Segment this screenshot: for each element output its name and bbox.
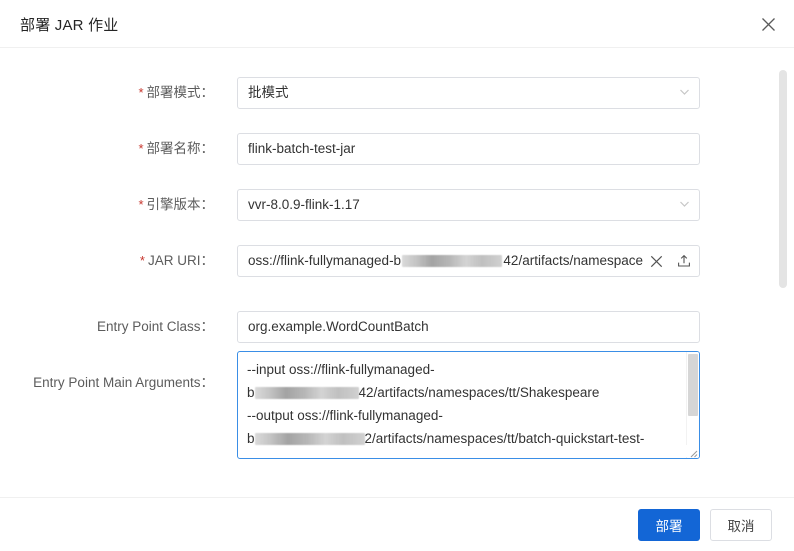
input-deploy-name-value: flink-batch-test-jar [248,141,356,156]
required-star: * [139,253,145,268]
textarea-scrollbar-thumb[interactable] [688,354,698,416]
textarea-line-prefix: b [247,385,255,400]
required-star: * [138,141,144,156]
clear-icon[interactable] [647,252,665,270]
select-deploy-mode-value: 批模式 [248,85,289,100]
label-entry-point-class: Entry Point Class： [96,319,214,334]
dialog-title: 部署 JAR 作业 [20,17,119,34]
label-jar-uri: * JAR URI： [139,253,214,268]
chevron-down-icon [679,198,690,213]
textarea-line: --input oss://flink-fullymanaged- [247,362,435,377]
textarea-line: --output oss://flink-fullymanaged- [247,408,443,423]
deploy-button[interactable]: 部署 [638,508,700,541]
redacted-text [254,433,365,446]
input-jar-uri[interactable]: oss://flink-fullymanaged-b 42/artifacts/… [237,245,700,277]
close-icon[interactable] [754,10,782,38]
input-jar-uri-prefix: oss://flink-fullymanaged-b [248,253,402,268]
select-engine-version[interactable]: vvr-8.0.9-flink-1.17 [237,189,700,221]
dialog-header: 部署 JAR 作业 [0,0,794,48]
required-star: * [138,197,144,212]
dialog-scrollbar-thumb[interactable] [779,70,787,288]
jar-uri-actions [647,252,693,270]
textarea-line: b 2/artifacts/namespaces/tt/batch-quickst… [247,427,678,450]
input-deploy-name[interactable]: flink-batch-test-jar [237,133,700,165]
input-entry-point-class[interactable]: org.example.WordCountBatch [237,311,700,343]
textarea-scrollbar[interactable] [686,352,699,458]
textarea-resize-handle[interactable] [686,445,698,458]
label-deploy-name: * 部署名称： [138,141,214,156]
chevron-down-icon [679,86,690,101]
dialog-body: *部署模式： 批模式 *部署名称： flink-batch-test-jar [0,49,794,497]
select-deploy-mode[interactable]: 批模式 [237,77,700,109]
input-jar-uri-suffix: 42/artifacts/namespace [503,253,643,268]
label-deploy-mode: * 部署模式： [138,85,214,100]
textarea-line-prefix: b [247,431,255,446]
dialog-footer: 部署 取消 [0,497,794,551]
textarea-line-suffix: 2/artifacts/namespaces/tt/batch-quicksta… [364,431,645,446]
input-entry-point-class-value: org.example.WordCountBatch [248,319,429,334]
redacted-text [254,387,359,400]
textarea-line-suffix: 42/artifacts/namespaces/tt/Shakespeare [358,385,600,400]
dialog-scrollbar[interactable] [779,49,787,497]
upload-icon[interactable] [675,252,693,270]
textarea-line: b 42/artifacts/namespaces/tt/Shakespeare [247,381,678,404]
deploy-jar-dialog: 部署 JAR 作业 * 部署模式： 批模式 * 部署名称： flink-batc… [0,0,794,551]
label-entry-point-main-arguments: Entry Point Main Arguments： [33,375,214,390]
label-engine-version: * 引擎版本： [138,197,214,212]
select-engine-version-value: vvr-8.0.9-flink-1.17 [248,197,360,212]
cancel-button[interactable]: 取消 [710,508,772,541]
redacted-text [402,255,503,267]
textarea-entry-point-main-arguments[interactable]: --input oss://flink-fullymanaged- b 42/ar… [237,351,700,459]
required-star: * [138,85,144,100]
textarea-content: --input oss://flink-fullymanaged- b 42/ar… [238,352,686,458]
